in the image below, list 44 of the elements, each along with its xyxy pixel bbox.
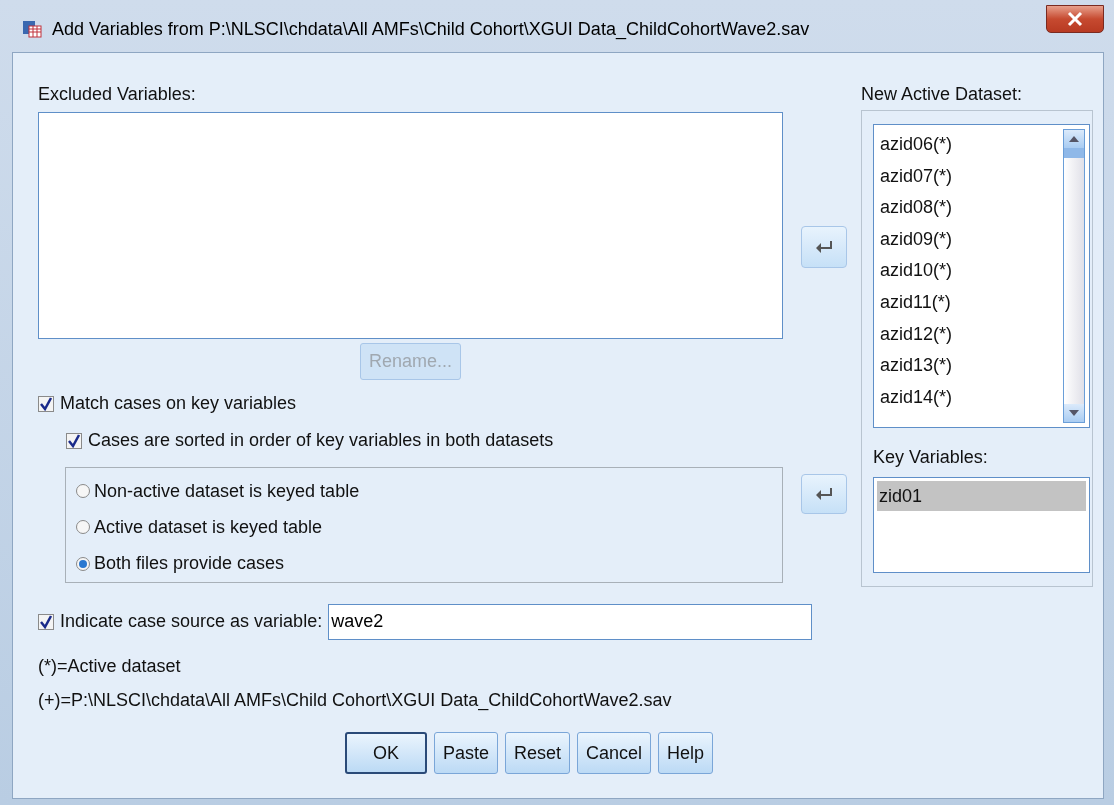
arrow-left-icon [815,240,833,254]
dialog-button[interactable]: Paste [434,732,499,774]
move-button[interactable] [801,226,847,268]
scroll-up-icon[interactable] [1064,130,1084,148]
close-icon [1066,11,1084,27]
dataset-icon [22,18,42,38]
list-item[interactable]: azid08(*) [878,192,1063,224]
checkbox[interactable] [66,432,82,449]
checkbox[interactable] [38,613,54,630]
list-item[interactable]: azid06(*) [878,129,1063,161]
dialog-button[interactable]: Help [658,732,714,774]
list-item[interactable]: azid10(*) [878,255,1063,287]
checkbox[interactable] [38,395,54,412]
move-button[interactable] [801,474,847,514]
radio-label[interactable]: Active dataset is keyed table [94,517,323,538]
arrow-left-icon [815,487,833,501]
dialog-button[interactable]: Cancel [577,732,652,774]
input-field[interactable]: wave2 [328,603,813,640]
checkbox-label[interactable]: Cases are sorted in order of key variables in both datasets [88,430,554,451]
list-item[interactable]: azid13(*) [878,350,1063,382]
list-item[interactable]: azid14(*) [878,381,1063,414]
list-item[interactable]: azid09(*) [878,223,1063,256]
dialog-button[interactable]: OK [345,732,427,774]
note-text: (*)=Active dataset [38,655,182,677]
window-title: Add Variables from P:\NLSCI\chdata\All AMFs\Child Cohort\XGUI Data_ChildCohortWave2.sav [52,17,811,40]
scroll-down-icon[interactable] [1064,404,1084,422]
list-item[interactable]: azid12(*) [878,318,1063,351]
close-button[interactable] [1046,5,1104,33]
excluded-variables-label: Excluded Variables: [38,83,197,105]
checkbox-label[interactable]: Indicate case source as variable: [60,611,323,632]
radio-button[interactable] [76,556,90,571]
list-item[interactable]: zid01 [877,481,1086,511]
note-text: (+)=P:\NLSCI\chdata\All AMFs\Child Cohort\XGUI Data_ChildCohortWave2.sav [38,689,673,711]
dialog-button[interactable]: Reset [505,732,571,774]
radio-label[interactable]: Non-active dataset is keyed table [94,480,360,502]
new-active-dataset-label: New Active Dataset: [861,83,1024,105]
list-item[interactable]: azid11(*) [878,286,1063,319]
list-item[interactable]: azid07(*) [878,160,1063,193]
key-variables-label: Key Variables: [873,446,989,468]
radio-label[interactable]: Both files provide cases [94,553,285,575]
checkbox-label[interactable]: Match cases on key variables [60,393,297,414]
radio-button[interactable] [76,484,90,499]
scrollbar[interactable] [1063,129,1085,423]
radio-button[interactable] [76,520,90,535]
